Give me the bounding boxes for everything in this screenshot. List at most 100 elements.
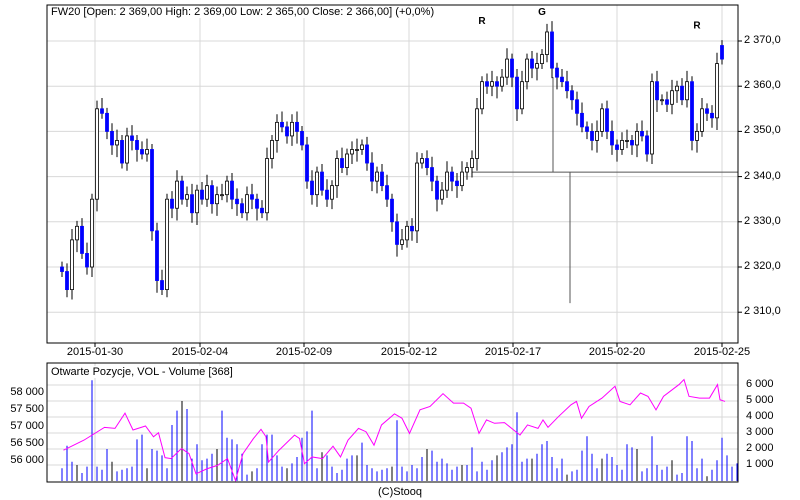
candle <box>630 140 634 146</box>
candle <box>530 58 534 69</box>
candle <box>130 135 134 141</box>
candle <box>395 221 399 245</box>
candle <box>550 31 554 69</box>
candle <box>435 180 439 200</box>
y-tick-label: 2 310,0 <box>744 305 781 318</box>
candle <box>240 203 244 214</box>
candle <box>165 198 169 290</box>
candle <box>385 185 389 200</box>
candle <box>315 171 319 196</box>
candle <box>650 81 654 155</box>
candle <box>360 144 364 150</box>
candle <box>645 135 649 155</box>
candle <box>340 158 344 168</box>
candle <box>85 253 89 268</box>
annotation-label: R <box>693 20 701 31</box>
candle <box>125 135 129 164</box>
candle <box>195 189 199 214</box>
candle <box>355 149 359 151</box>
candle <box>520 81 524 110</box>
y-tick-label: 2 360,0 <box>744 79 781 92</box>
candle <box>175 180 179 209</box>
candle <box>95 108 99 200</box>
candle <box>80 225 84 254</box>
candle <box>420 158 424 164</box>
candle <box>505 58 509 78</box>
candle <box>390 198 394 223</box>
candle <box>255 198 259 209</box>
candle <box>190 194 194 214</box>
candle <box>675 85 679 92</box>
candle <box>180 180 184 200</box>
candle <box>615 144 619 150</box>
candle <box>695 130 699 141</box>
candle <box>460 171 464 187</box>
volume-tick-label: 1 000 <box>746 458 774 470</box>
volume-tick-label: 2 000 <box>746 442 774 454</box>
candle <box>65 271 69 290</box>
x-tick-label: 2015-02-09 <box>275 346 333 358</box>
candle <box>535 63 539 69</box>
candle <box>605 108 609 132</box>
candle <box>485 81 489 87</box>
candle <box>500 76 504 87</box>
oi-tick-label: 58 000 <box>10 386 44 398</box>
annotation-label: G <box>538 7 546 18</box>
candle <box>670 90 674 105</box>
candle <box>205 185 209 200</box>
candle <box>220 194 224 197</box>
candle <box>405 225 409 241</box>
candle <box>685 81 689 101</box>
candle <box>495 81 499 87</box>
candle <box>580 112 584 128</box>
y-tick-label: 2 330,0 <box>744 214 781 227</box>
candle <box>160 280 164 290</box>
candle <box>600 108 604 132</box>
candle <box>705 108 709 114</box>
candle <box>510 58 514 78</box>
candle <box>155 230 159 281</box>
candle <box>250 194 254 200</box>
candle <box>570 90 574 101</box>
candle <box>200 189 204 200</box>
candle <box>410 225 414 232</box>
x-tick-label: 2015-01-30 <box>66 346 124 358</box>
copyright-credit: (C)Stooq <box>377 486 423 498</box>
chart-title: FW20 [Open: 2 369,00 High: 2 369,00 Low:… <box>51 6 435 18</box>
candle <box>115 140 119 146</box>
candle <box>465 167 469 173</box>
candle <box>555 67 559 78</box>
candle <box>330 185 334 200</box>
candle <box>415 162 419 232</box>
volume-tick-label: 5 000 <box>746 394 774 406</box>
candle <box>625 140 629 142</box>
candle <box>700 108 704 132</box>
candle <box>565 81 569 92</box>
candle <box>105 112 109 132</box>
candle <box>680 85 684 101</box>
candle <box>75 225 79 241</box>
candle <box>305 144 309 182</box>
candle <box>585 126 589 132</box>
candle <box>540 54 544 65</box>
candle <box>335 158 339 187</box>
candle <box>655 81 659 101</box>
candle <box>350 149 354 155</box>
candle <box>640 130 644 137</box>
candle <box>145 149 149 155</box>
candle <box>295 121 299 132</box>
y-tick-label: 2 320,0 <box>744 260 781 272</box>
candle <box>715 63 719 119</box>
oi-tick-label: 56 000 <box>10 454 44 466</box>
candle <box>440 189 444 200</box>
candle <box>450 171 454 182</box>
candle <box>430 167 434 182</box>
candle <box>320 171 324 191</box>
candle <box>225 180 229 196</box>
y-tick-label: 2 370,0 <box>744 34 781 46</box>
candle <box>210 185 214 205</box>
candle <box>445 171 449 191</box>
volume-panel-frame <box>46 362 739 483</box>
candle <box>290 121 294 137</box>
oi-tick-label: 56 500 <box>10 437 44 449</box>
